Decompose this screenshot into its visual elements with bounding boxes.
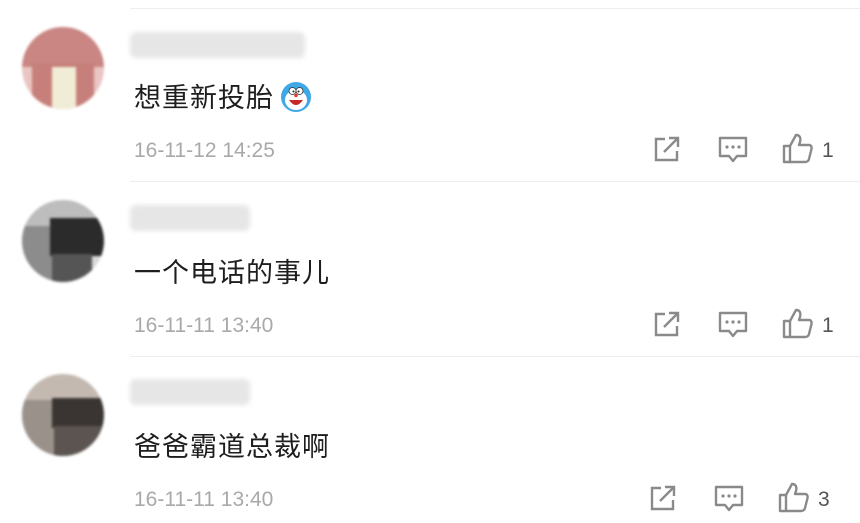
comment-item: 一个电话的事儿 16-11-11 13:40 1 bbox=[0, 174, 860, 357]
like-count: 1 bbox=[822, 139, 834, 162]
like-count: 3 bbox=[818, 488, 830, 511]
comment-time: 16-11-11 13:40 bbox=[134, 314, 274, 337]
avatar[interactable] bbox=[22, 374, 104, 456]
share-button[interactable] bbox=[649, 131, 685, 167]
comment-icon bbox=[718, 136, 748, 163]
like-count: 1 bbox=[822, 314, 834, 337]
username-blurred[interactable] bbox=[130, 32, 305, 58]
share-icon bbox=[654, 311, 680, 337]
username-blurred[interactable] bbox=[130, 379, 250, 405]
like-button[interactable] bbox=[776, 480, 812, 516]
doraemon-emoji-icon bbox=[280, 81, 312, 120]
comment-text: 想重新投胎 bbox=[134, 76, 312, 120]
avatar[interactable] bbox=[22, 200, 104, 282]
share-icon bbox=[654, 136, 680, 162]
reply-button[interactable] bbox=[715, 306, 751, 342]
comment-item: 爸爸霸道总裁啊 16-11-11 13:40 3 bbox=[0, 349, 860, 523]
comment-text: 一个电话的事儿 bbox=[134, 258, 330, 289]
share-icon bbox=[650, 485, 676, 511]
comment-item: 想重新投胎 16-11-12 14:25 1 bbox=[0, 0, 860, 182]
comment-time: 16-11-11 13:40 bbox=[134, 488, 274, 511]
comment-time: 16-11-12 14:25 bbox=[134, 139, 275, 162]
username-blurred[interactable] bbox=[130, 205, 250, 231]
share-button[interactable] bbox=[645, 480, 681, 516]
comment-icon bbox=[718, 311, 748, 338]
share-button[interactable] bbox=[649, 306, 685, 342]
thumbs-up-icon bbox=[782, 308, 813, 339]
comment-text: 爸爸霸道总裁啊 bbox=[134, 432, 330, 463]
like-button[interactable] bbox=[780, 306, 816, 342]
thumbs-up-icon bbox=[778, 482, 809, 513]
reply-button[interactable] bbox=[711, 480, 747, 516]
like-button[interactable] bbox=[780, 131, 816, 167]
thumbs-up-icon bbox=[782, 133, 813, 164]
reply-button[interactable] bbox=[715, 131, 751, 167]
comment-icon bbox=[714, 485, 744, 512]
avatar[interactable] bbox=[22, 27, 104, 109]
